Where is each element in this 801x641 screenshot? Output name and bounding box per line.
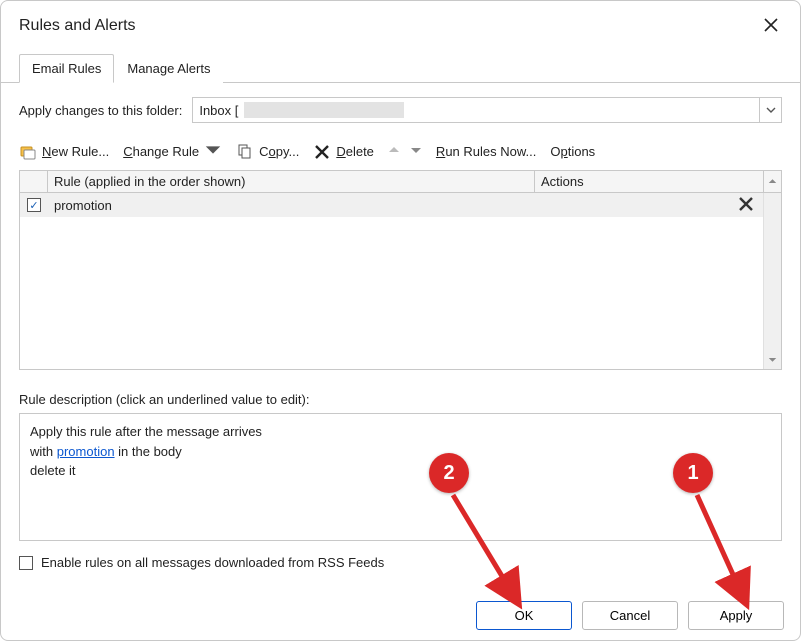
annotation-badge-2: 2 [429,453,469,493]
rule-desc-line: with promotion in the body [30,442,771,462]
scroll-down-icon[interactable] [764,353,781,369]
copy-icon [236,143,254,161]
delete-x-icon [313,143,331,161]
close-button[interactable] [756,11,786,41]
new-rule-icon [19,143,37,161]
rules-toolbar: New Rule... Change Rule Copy... Delete [19,141,782,162]
table-row[interactable]: ✓ promotion [20,193,781,217]
chevron-down-icon[interactable] [759,98,781,122]
rule-enabled-checkbox[interactable]: ✓ [27,198,41,212]
delete-rule-button[interactable]: Delete [313,143,374,161]
window-title: Rules and Alerts [19,17,136,35]
close-icon [764,18,778,35]
rules-table: Rule (applied in the order shown) Action… [19,170,782,370]
folder-select[interactable]: Inbox [ [192,97,782,123]
ok-button[interactable]: OK [476,601,572,630]
dialog-footer: OK Cancel Apply [476,601,784,630]
rule-condition-link[interactable]: promotion [57,444,115,459]
new-rule-button[interactable]: New Rule... [19,143,109,161]
tab-manage-alerts[interactable]: Manage Alerts [114,54,223,83]
move-up-button[interactable] [388,144,400,159]
vertical-scrollbar[interactable] [763,193,781,369]
annotation-badge-1: 1 [673,453,713,493]
tab-strip: Email Rules Manage Alerts [1,53,800,83]
cancel-button[interactable]: Cancel [582,601,678,630]
rule-name: promotion [48,198,553,213]
folder-label: Apply changes to this folder: [19,103,182,118]
folder-select-redacted [244,102,404,118]
run-rules-now-button[interactable]: Run Rules Now... [436,144,536,159]
change-rule-button[interactable]: Change Rule [123,141,222,162]
tab-pane-email-rules: Apply changes to this folder: Inbox [ Ne… [1,83,800,570]
rules-table-col-rule[interactable]: Rule (applied in the order shown) [48,171,535,192]
options-button[interactable]: Options [550,144,595,159]
rule-desc-line: delete it [30,461,771,481]
copy-rule-button[interactable]: Copy... [236,143,299,161]
tab-email-rules[interactable]: Email Rules [19,54,114,83]
apply-button[interactable]: Apply [688,601,784,630]
folder-select-value: Inbox [ [199,103,238,118]
move-down-button[interactable] [410,144,422,159]
delete-x-icon [737,195,755,216]
enable-rss-rules-label: Enable rules on all messages downloaded … [41,555,384,570]
scroll-up-icon[interactable] [763,171,781,192]
rules-table-header: Rule (applied in the order shown) Action… [20,171,781,193]
rules-table-col-check[interactable] [20,171,48,192]
rule-description-label: Rule description (click an underlined va… [19,392,782,407]
rules-table-col-actions[interactable]: Actions [535,171,763,192]
enable-rss-rules-checkbox[interactable]: ✓ [19,556,33,570]
rule-desc-line: Apply this rule after the message arrive… [30,422,771,442]
chevron-down-icon [204,141,222,162]
rule-description-box: Apply this rule after the message arrive… [19,413,782,541]
